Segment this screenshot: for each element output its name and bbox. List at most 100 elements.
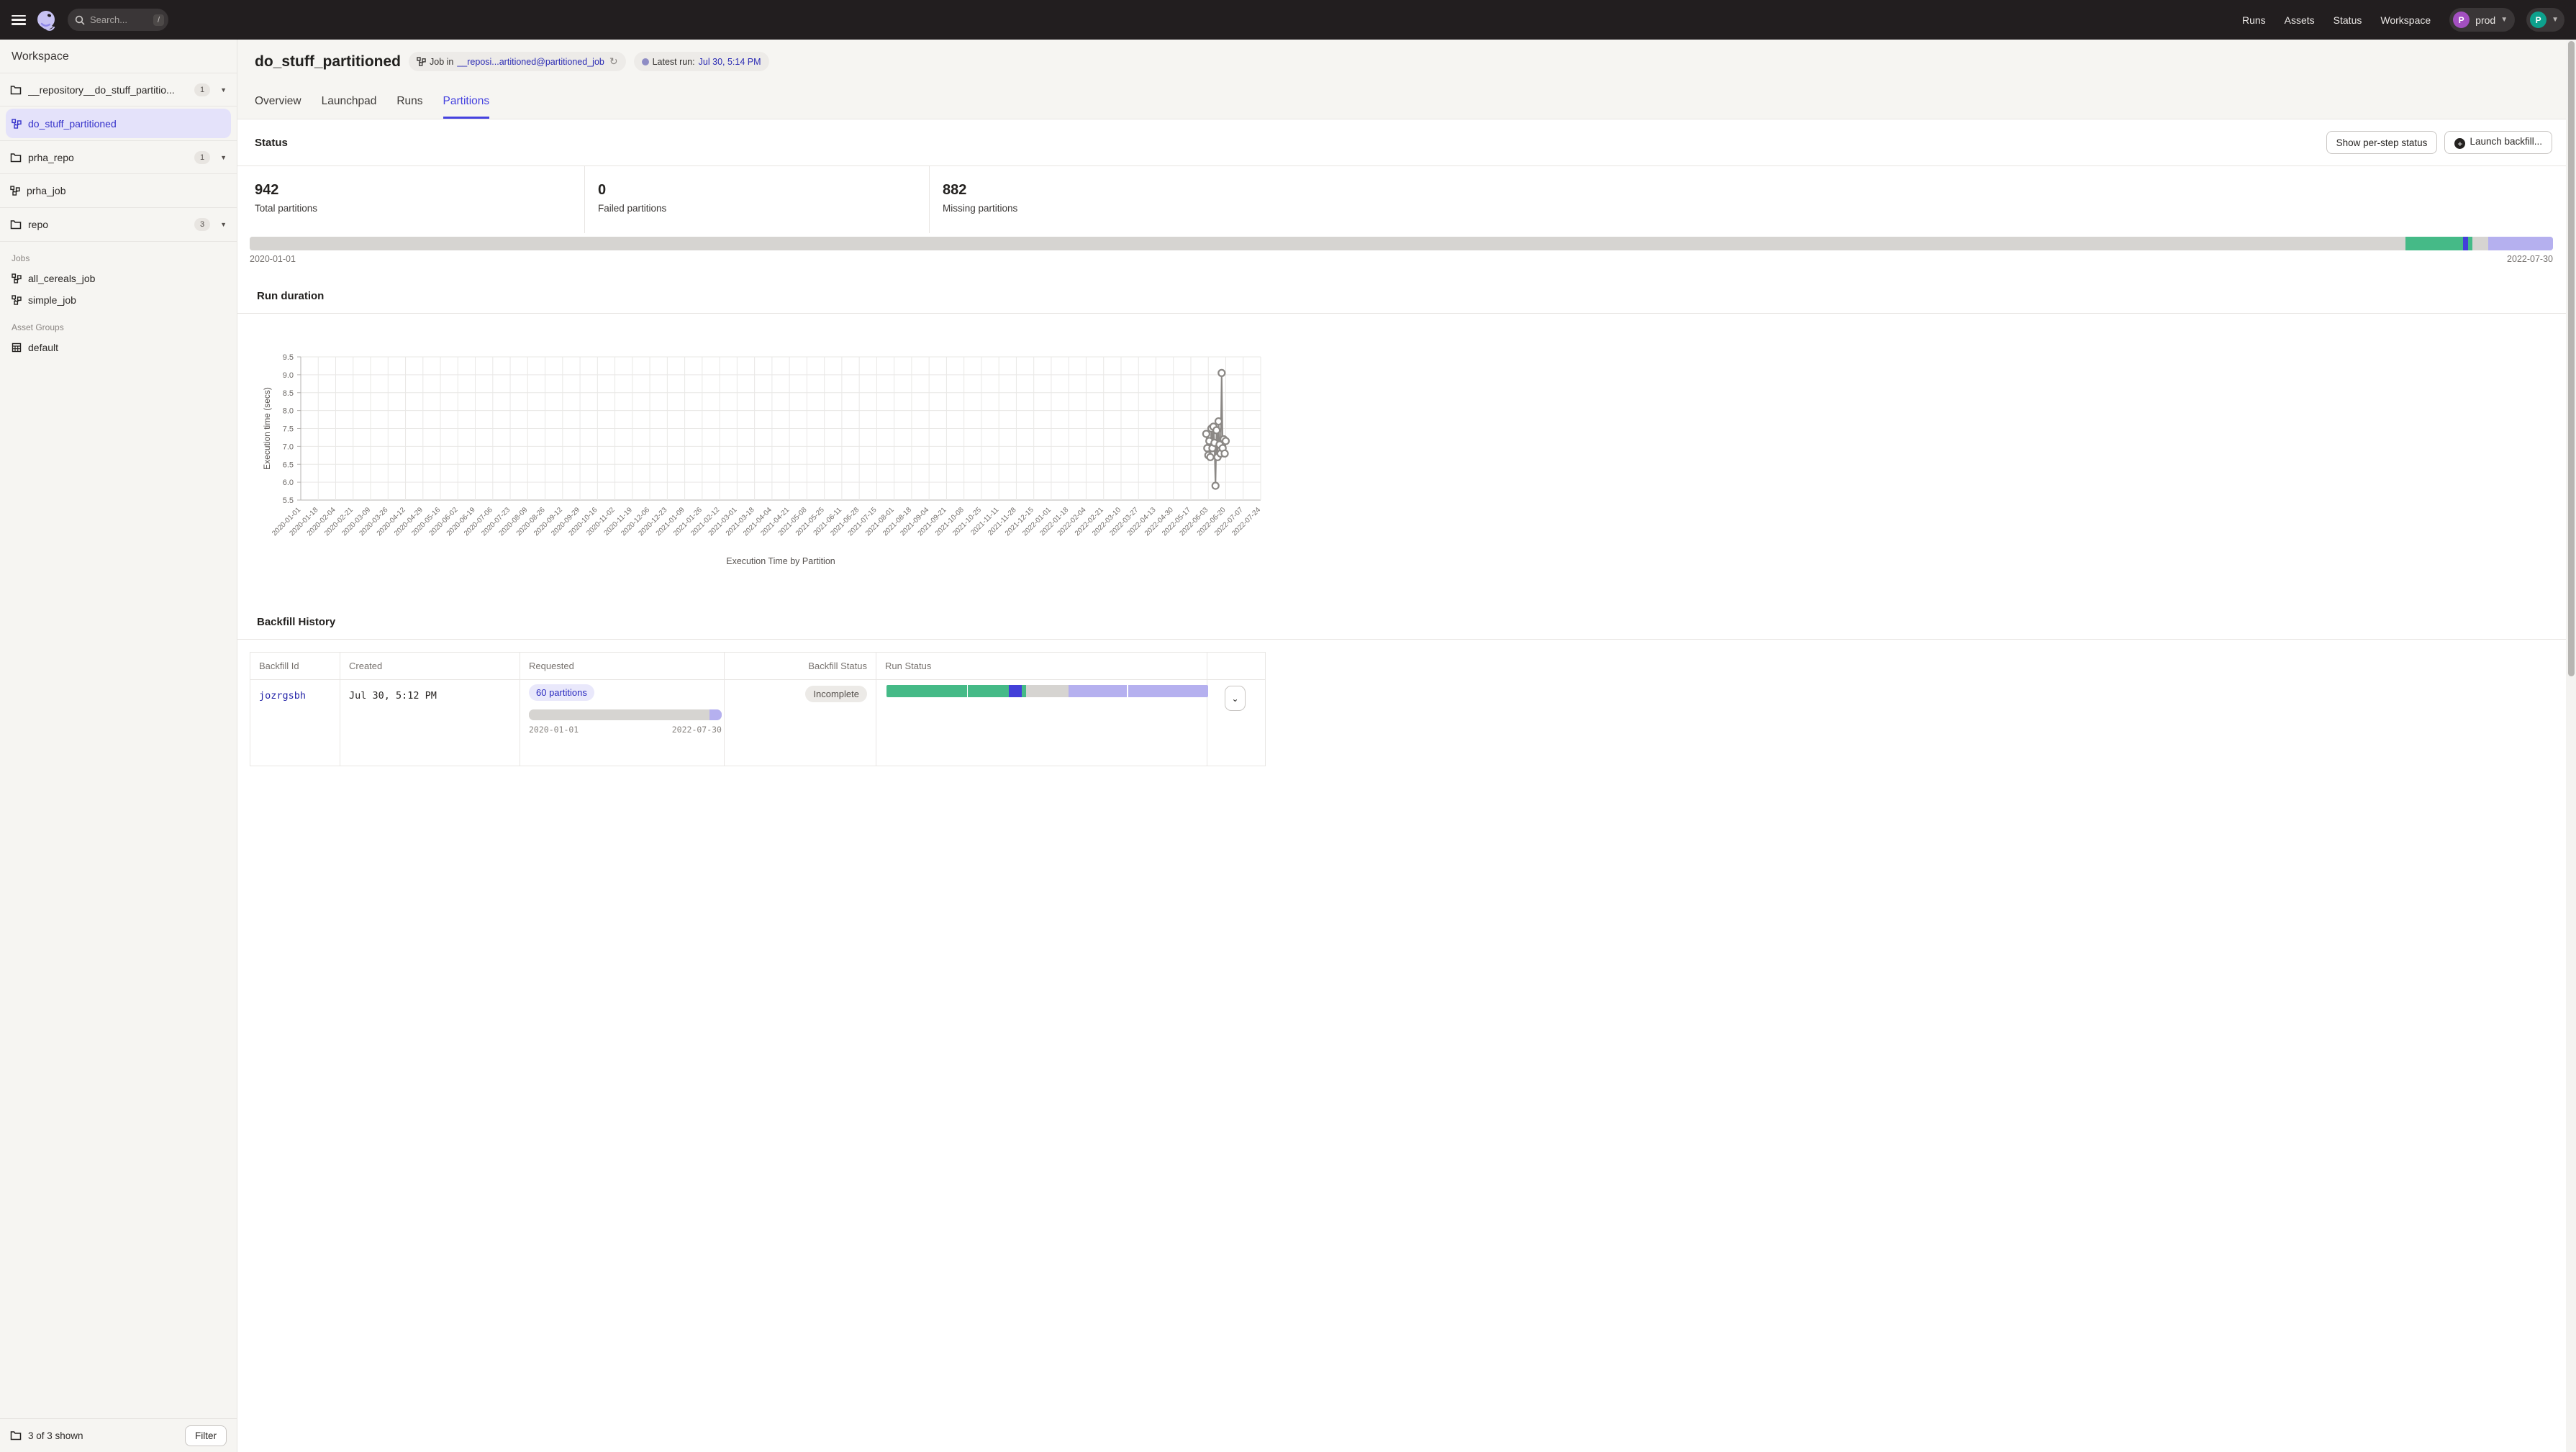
chevron-down-icon: ▼ — [2552, 16, 2559, 24]
scrollbar-thumb[interactable] — [2568, 41, 2575, 676]
sidebar-item-prha-repo[interactable]: prha_repo 1 ▼ — [0, 140, 237, 174]
backfill-created: Jul 30, 5:12 PM — [349, 680, 511, 702]
column-header-backfill-id: Backfill Id — [250, 653, 340, 680]
menu-icon[interactable] — [12, 15, 26, 25]
deployment-switcher[interactable]: P prod ▼ — [2449, 8, 2515, 32]
bar-segment-green — [968, 685, 1009, 697]
partition-range-start: 2020-01-01 — [250, 254, 296, 264]
status-section-header: Status Show per-step status+Launch backf… — [237, 119, 2576, 165]
filter-button[interactable]: Filter — [185, 1425, 227, 1446]
sidebar-item-repo[interactable]: repo3▼ — [0, 208, 237, 242]
data-point-marker[interactable] — [1203, 430, 1210, 437]
sidebar-item-do-stuff-partitioned[interactable]: do_stuff_partitioned — [6, 109, 231, 138]
sidebar-section-label: Jobs — [0, 242, 237, 268]
bar-segment-purple — [2488, 237, 2553, 250]
tab-runs[interactable]: Runs — [396, 95, 422, 119]
folder-icon — [10, 153, 22, 163]
latest-run-link[interactable]: Jul 30, 5:14 PM — [699, 57, 761, 67]
page-title: do_stuff_partitioned — [255, 53, 401, 71]
backfill-id-link[interactable]: jozrgsbh — [259, 680, 306, 702]
column-header-created: Created — [340, 653, 520, 680]
bar-segment-green — [1022, 685, 1027, 697]
bar-segment-blue — [2463, 237, 2468, 250]
page-scrollbar[interactable] — [2566, 40, 2576, 1452]
deployment-avatar: P — [2453, 12, 2470, 28]
tab-partitions[interactable]: Partitions — [443, 95, 490, 119]
sidebar-title: Workspace — [0, 40, 237, 73]
account-menu[interactable]: P ▼ — [2526, 8, 2564, 32]
data-point-marker[interactable] — [1222, 450, 1228, 457]
sidebar-item-label: do_stuff_partitioned — [28, 118, 225, 130]
expander-caret-icon[interactable]: ▼ — [220, 221, 227, 228]
tab-launchpad[interactable]: Launchpad — [322, 95, 377, 119]
asset-group-icon — [12, 342, 22, 353]
bar-segment-purple — [1069, 685, 1128, 697]
stat-label: Failed partitions — [598, 203, 929, 214]
requested-range-end: 2022-07-30 — [672, 725, 722, 735]
stat-label: Missing partitions — [943, 203, 2576, 214]
nav-link-status[interactable]: Status — [2334, 14, 2362, 26]
sidebar-item-label: __repository__do_stuff_partitio... — [28, 84, 189, 96]
expander-caret-icon[interactable]: ▼ — [220, 154, 227, 161]
partition-status-bar-wrap: 2020-01-01 2022-07-30 — [250, 237, 2553, 264]
data-point-marker[interactable] — [1207, 454, 1214, 460]
sidebar-item-all-cereals-job[interactable]: all_cereals_job — [0, 268, 237, 289]
column-header-requested: Requested — [520, 653, 725, 680]
data-point-marker[interactable] — [1213, 427, 1220, 433]
run-status-bar[interactable] — [886, 685, 1208, 697]
sidebar-item-prha-job[interactable]: prha_job — [0, 174, 237, 208]
sidebar-item-default[interactable]: default — [0, 337, 237, 358]
latest-run-chip: Latest run: Jul 30, 5:14 PM — [634, 52, 769, 71]
job-origin-chip: Job in __reposi...artitioned@partitioned… — [409, 52, 626, 71]
sidebar-item--repository-do-stuff-partitio-[interactable]: __repository__do_stuff_partitio...1▼ — [0, 73, 237, 106]
folder-icon — [10, 219, 22, 230]
dagster-logo-icon[interactable] — [36, 9, 58, 31]
folder-icon — [10, 85, 22, 95]
stat-label: Total partitions — [255, 203, 584, 214]
status-heading: Status — [255, 137, 288, 149]
stat-value: 0 — [598, 182, 929, 199]
data-point-marker[interactable] — [1218, 370, 1225, 376]
nav-link-assets[interactable]: Assets — [2285, 14, 2315, 26]
expand-row-button[interactable]: ⌄ — [1225, 686, 1246, 711]
run-duration-heading: Run duration — [237, 290, 2576, 302]
launch-backfill-button[interactable]: +Launch backfill... — [2444, 131, 2552, 155]
sidebar-item-label: prha_repo — [28, 152, 189, 163]
job-icon — [10, 186, 20, 196]
top-nav: Search... / Runs Assets Status Workspace P … — [0, 0, 2576, 40]
bar-segment-green — [886, 685, 967, 697]
bar-segment-blue — [1009, 685, 1022, 697]
nav-link-runs[interactable]: Runs — [2242, 14, 2266, 26]
sidebar-section-label: Asset Groups — [0, 311, 237, 337]
partition-stats: 942Total partitions0Failed partitions882… — [237, 165, 2576, 233]
backfill-history-table: Backfill IdCreatedRequestedBackfill Stat… — [250, 652, 1266, 766]
repos-shown-count: 3 of 3 shown — [28, 1430, 185, 1441]
nav-link-workspace[interactable]: Workspace — [2380, 14, 2431, 26]
data-point-marker[interactable] — [1212, 483, 1219, 489]
tab-overview[interactable]: Overview — [255, 95, 301, 119]
reload-icon[interactable]: ↻ — [609, 55, 618, 68]
job-icon — [12, 273, 22, 283]
sidebar-item-label: prha_job — [27, 185, 227, 196]
requested-partitions-badge[interactable]: 60 partitions — [529, 684, 594, 701]
stat-total-partitions: 942Total partitions — [237, 166, 584, 233]
data-point-marker[interactable] — [1215, 418, 1222, 425]
main-content: do_stuff_partitioned Job in __reposi...a… — [237, 40, 2576, 1452]
y-tick-label: 5.5 — [283, 496, 294, 505]
show-per-step-status-button[interactable]: Show per-step status — [2326, 131, 2438, 155]
job-icon — [12, 119, 22, 129]
y-tick-label: 7.0 — [283, 443, 294, 451]
expander-caret-icon[interactable]: ▼ — [220, 86, 227, 94]
sidebar-item-simple-job[interactable]: simple_job — [0, 289, 237, 311]
account-avatar: P — [2530, 12, 2546, 28]
partition-status-bar[interactable] — [250, 237, 2553, 250]
job-origin-link[interactable]: __reposi...artitioned@partitioned_job — [457, 57, 604, 67]
bar-segment-purple — [709, 709, 722, 720]
job-count-badge: 1 — [194, 151, 210, 164]
search-input[interactable]: Search... / — [68, 9, 168, 31]
y-axis-label: Execution time (secs) — [262, 387, 272, 470]
backfill-status-badge: Incomplete — [805, 686, 867, 702]
data-point-marker[interactable] — [1223, 437, 1229, 444]
table-header-row: Backfill IdCreatedRequestedBackfill Stat… — [250, 653, 1266, 680]
nav-links: Runs Assets Status Workspace — [2242, 14, 2431, 26]
